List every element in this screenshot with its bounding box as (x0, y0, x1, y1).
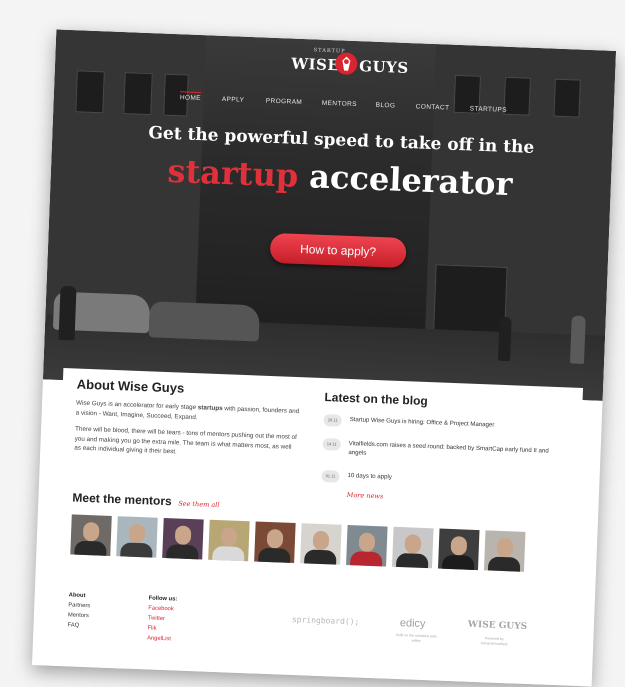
pedestrian (58, 285, 77, 341)
mentor-face (312, 530, 330, 551)
mentor-shoulders (395, 552, 429, 569)
mentor-photo[interactable] (392, 526, 434, 569)
blog-title: Latest on the blog (324, 390, 429, 409)
nav-mentors[interactable]: MENTORS (322, 100, 357, 108)
window (123, 72, 153, 116)
mentor-shoulders (74, 540, 107, 556)
mentor-shoulders (212, 545, 245, 562)
parked-car (148, 301, 260, 342)
content-section: About Wise Guys Wise Guys is an accelera… (51, 368, 584, 686)
nav-contact[interactable]: CONTACT (416, 103, 450, 111)
mentor-shoulders (258, 547, 291, 564)
window (75, 70, 105, 114)
hero-section: STARTUP WISE GUYS HOME APPLY PROGRAM MEN… (42, 29, 617, 401)
logo-mark-icon (334, 52, 358, 76)
nav-startups[interactable]: STARTUPS (470, 105, 508, 113)
logo-left-text: WISE (290, 54, 340, 75)
mentor-shoulders (441, 554, 475, 571)
mentor-face (450, 536, 468, 556)
footer-follow-column: Follow us: Facebook Twitter Flik AngelLi… (147, 593, 178, 644)
nav-program[interactable]: PROGRAM (266, 98, 303, 106)
mentor-photo[interactable] (254, 521, 296, 564)
site-footer: About Partners Mentors FAQ Follow us: Fa… (66, 590, 568, 679)
mentor-shoulders (304, 549, 337, 565)
pedestrian (498, 316, 512, 362)
footer-about-column: About Partners Mentors FAQ (67, 590, 90, 631)
mentor-face (220, 527, 238, 547)
about-p1-bold: startups (197, 404, 223, 413)
mentor-photo-row (70, 514, 571, 577)
post-date-badge: 28.11 (323, 414, 342, 427)
mentor-photo[interactable] (116, 516, 158, 558)
mentor-face (174, 525, 192, 546)
hero-rest: accelerator (308, 157, 514, 204)
mentor-face (128, 523, 146, 544)
mentor-face (404, 534, 422, 554)
more-news-link[interactable]: More news (347, 491, 384, 500)
about-paragraph-1: Wise Guys is an accelerator for early st… (76, 399, 301, 427)
nav-home[interactable]: HOME (179, 91, 202, 103)
mentor-shoulders (120, 542, 153, 558)
wiseguys-footer-logo[interactable]: WISE GUYS (468, 620, 528, 632)
doorway (432, 264, 508, 339)
hero-highlight: startup (166, 151, 299, 195)
nav-blog[interactable]: BLOG (376, 102, 396, 110)
logo-right-text: GUYS (358, 57, 409, 78)
mentor-photo[interactable] (346, 525, 388, 567)
springboard-logo[interactable]: springboard(); (292, 615, 360, 627)
mentor-photo[interactable] (208, 519, 250, 562)
mentors-title: Meet the mentors (72, 490, 173, 509)
screenshot-stage: STARTUP WISE GUYS HOME APPLY PROGRAM MEN… (0, 0, 625, 687)
mentor-photo[interactable] (70, 514, 112, 556)
post-date-badge: 01.11 (321, 469, 340, 483)
about-title: About Wise Guys (76, 376, 185, 396)
mentor-photo[interactable] (300, 523, 342, 565)
apply-button[interactable]: How to apply? (269, 232, 407, 269)
mentor-photo[interactable] (438, 528, 480, 571)
pedestrian (569, 315, 586, 364)
edicy-logo[interactable]: edicy (400, 617, 426, 630)
mentor-face (496, 537, 514, 558)
post-title[interactable]: 10 days to apply (347, 471, 557, 488)
mentor-shoulders (166, 544, 199, 560)
wiseguys-caption: Powered by #smartermarkets (480, 636, 508, 647)
about-paragraph-2: There will be blood, there will be tears… (74, 425, 297, 456)
mentor-face (266, 528, 284, 549)
footer-link-angellist[interactable]: AngelList (147, 633, 176, 644)
footer-link-faq[interactable]: FAQ (67, 620, 89, 631)
mentor-shoulders (487, 556, 521, 572)
mentor-photo[interactable] (162, 517, 204, 560)
site-logo[interactable]: STARTUP WISE GUYS (290, 47, 409, 81)
mentor-photo[interactable] (483, 530, 526, 572)
post-title[interactable]: Startup Wise Guys is hiring: Office & Pr… (349, 415, 559, 432)
nav-apply[interactable]: APPLY (222, 96, 245, 104)
window (553, 78, 581, 118)
mentor-face (82, 521, 100, 542)
edicy-caption: Built on the smartest web editor (396, 632, 437, 643)
website-page: STARTUP WISE GUYS HOME APPLY PROGRAM MEN… (31, 29, 617, 687)
post-date-badge: 14.11 (322, 438, 341, 451)
about-text: Wise Guys is an accelerator for early st… (74, 399, 300, 469)
mentor-shoulders (349, 551, 383, 567)
mentor-face (358, 532, 376, 553)
see-all-mentors-link[interactable]: See them all (178, 500, 219, 510)
